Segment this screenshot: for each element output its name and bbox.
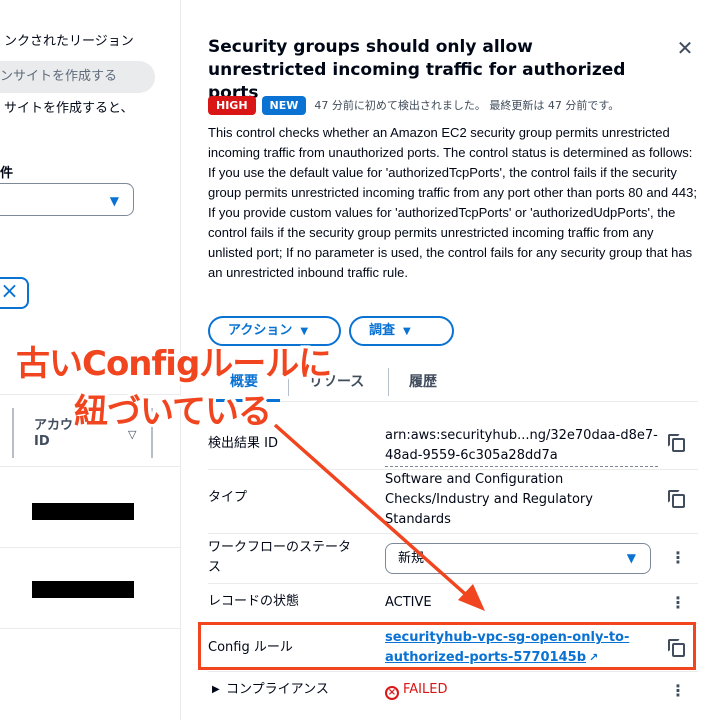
- finding-id-line2: 48ad-9559-6c305a28dd7a: [385, 448, 558, 463]
- redacted-value: [32, 503, 134, 520]
- detail-row-compliance: ▶ コンプライアンス × FAILED ⋮: [208, 672, 698, 716]
- workflow-status-value: 新規: [398, 551, 425, 566]
- more-options-icon[interactable]: ⋮: [670, 682, 686, 700]
- annotation-line1: 古いConfigルールに: [16, 344, 332, 384]
- type-line1: Software and Configuration: [385, 472, 564, 487]
- finding-description: This control checks whether an Amazon EC…: [208, 125, 697, 280]
- condition-label: 件: [0, 166, 14, 181]
- copy-icon[interactable]: [668, 434, 686, 452]
- condition-dropdown[interactable]: ▼: [0, 183, 134, 216]
- detected-timestamp: 47 分前に初めて検出されました。 最終更新は 47 分前です。: [314, 99, 620, 112]
- finding-id-line1: arn:aws:securityhub...ng/32e70daa-d8e7-: [385, 428, 658, 443]
- clear-filter-button[interactable]: ×: [0, 277, 29, 309]
- caret-down-icon: ▼: [109, 194, 119, 208]
- create-insight-note: サイトを作成すると、: [4, 101, 134, 116]
- close-icon[interactable]: ✕: [673, 36, 697, 60]
- workflow-label: ワークフローのステータ ス: [208, 538, 351, 578]
- badge-row: HIGH NEW 47 分前に初めて検出されました。 最終更新は 47 分前です…: [208, 95, 619, 115]
- copy-icon[interactable]: [668, 490, 686, 508]
- type-value: Software and Configuration Checks/Indust…: [385, 470, 593, 530]
- compliance-label[interactable]: コンプライアンス: [226, 680, 329, 700]
- workflow-status-select[interactable]: 新規 ▼: [385, 543, 651, 574]
- record-state-label: レコードの状態: [208, 594, 300, 609]
- failed-icon: ×: [385, 686, 399, 700]
- type-line2: Checks/Industry and Regulatory: [385, 492, 593, 507]
- compliance-status: × FAILED: [385, 680, 447, 700]
- workflow-label-line2: ス: [208, 560, 222, 575]
- table-row-border: [0, 466, 180, 467]
- column-header-account-id: ID: [34, 434, 50, 449]
- finding-id-value: arn:aws:securityhub...ng/32e70daa-d8e7- …: [385, 426, 658, 467]
- caret-down-icon: ▼: [403, 326, 411, 337]
- annotation-line2: 紐づいている: [74, 392, 272, 432]
- detail-row-type: タイプ Software and Configuration Checks/In…: [208, 470, 698, 534]
- create-insight-button[interactable]: ンサイトを作成する: [0, 61, 155, 93]
- workflow-label-line1: ワークフローのステータ: [208, 540, 352, 555]
- table-row-border: [0, 547, 180, 548]
- annotation-label: 古いConfigルールに 紐づいている: [16, 340, 396, 436]
- actions-button-label: アクション: [228, 323, 293, 338]
- redacted-value: [32, 581, 134, 598]
- caret-down-icon: ▼: [300, 326, 309, 337]
- status-badge: NEW: [261, 95, 307, 115]
- detail-row-workflow: ワークフローのステータ ス 新規 ▼ ⋮: [208, 534, 698, 584]
- column-divider: [12, 408, 14, 458]
- record-state-value: ACTIVE: [385, 595, 432, 610]
- tab-history[interactable]: 履歴: [388, 368, 457, 396]
- more-options-icon[interactable]: ⋮: [670, 594, 686, 612]
- caret-down-icon: ▼: [626, 551, 636, 565]
- expand-toggle-icon[interactable]: ▶: [212, 684, 220, 695]
- type-line3: Standards: [385, 512, 451, 527]
- more-options-icon[interactable]: ⋮: [670, 549, 686, 567]
- compliance-value: FAILED: [403, 682, 448, 697]
- detail-row-record-state: レコードの状態 ACTIVE ⋮: [208, 584, 698, 624]
- table-row-border: [0, 628, 180, 629]
- config-rule-highlight-box: [198, 622, 696, 670]
- investigate-button-label: 調査: [369, 323, 396, 338]
- finding-id-label: 検出結果 ID: [208, 436, 278, 451]
- severity-badge: HIGH: [208, 95, 256, 115]
- linked-region-text: ンクされたリージョン: [4, 34, 134, 49]
- type-label: タイプ: [208, 490, 248, 505]
